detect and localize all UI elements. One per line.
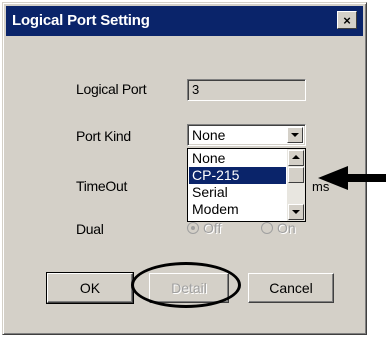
close-icon: × (343, 12, 351, 28)
chevron-down-icon (292, 210, 300, 214)
radio-unchecked-icon (261, 222, 273, 234)
port-kind-option[interactable]: Serial (189, 184, 286, 201)
logical-port-label: Logical Port (76, 81, 147, 97)
chevron-down-icon (291, 133, 299, 137)
screenshot-stage: Logical Port Setting × Logical Port 3 Po… (0, 0, 392, 344)
port-kind-selected-value: None (192, 127, 226, 143)
port-kind-dropdown-list[interactable]: None CP-215 Serial Modem (187, 148, 306, 222)
ok-button[interactable]: OK (46, 272, 134, 304)
scroll-up-button[interactable] (288, 150, 304, 166)
radio-checked-icon (187, 222, 199, 234)
timeout-label: TimeOut (76, 178, 128, 194)
cancel-button-label: Cancel (269, 280, 313, 296)
dual-label: Dual (76, 221, 104, 237)
scroll-thumb[interactable] (288, 167, 304, 183)
port-kind-option[interactable]: Modem (189, 201, 286, 218)
option-label: Modem (192, 201, 239, 217)
logical-port-field: 3 (187, 79, 306, 101)
port-kind-dropdown-button[interactable] (287, 127, 303, 143)
port-kind-combobox[interactable]: None (187, 124, 306, 146)
dual-off-label: Off (203, 220, 222, 236)
highlight-ellipse (131, 262, 241, 308)
option-label: CP-215 (192, 167, 240, 183)
dropdown-scrollbar[interactable] (287, 149, 305, 221)
chevron-up-icon (292, 155, 300, 159)
dual-on-label: On (277, 220, 296, 236)
dialog-title: Logical Port Setting (12, 12, 150, 29)
port-kind-label: Port Kind (76, 128, 131, 144)
port-kind-option[interactable]: CP-215 (189, 167, 286, 184)
arrow-left-icon (318, 166, 386, 190)
close-button[interactable]: × (337, 11, 357, 29)
scroll-down-button[interactable] (288, 204, 304, 220)
ok-button-label: OK (79, 280, 101, 296)
port-kind-option[interactable]: None (189, 150, 286, 167)
option-label: None (192, 150, 226, 166)
logical-port-value: 3 (192, 82, 200, 97)
cancel-button[interactable]: Cancel (248, 273, 334, 303)
option-label: Serial (192, 184, 228, 200)
title-bar[interactable]: Logical Port Setting × (6, 6, 363, 36)
